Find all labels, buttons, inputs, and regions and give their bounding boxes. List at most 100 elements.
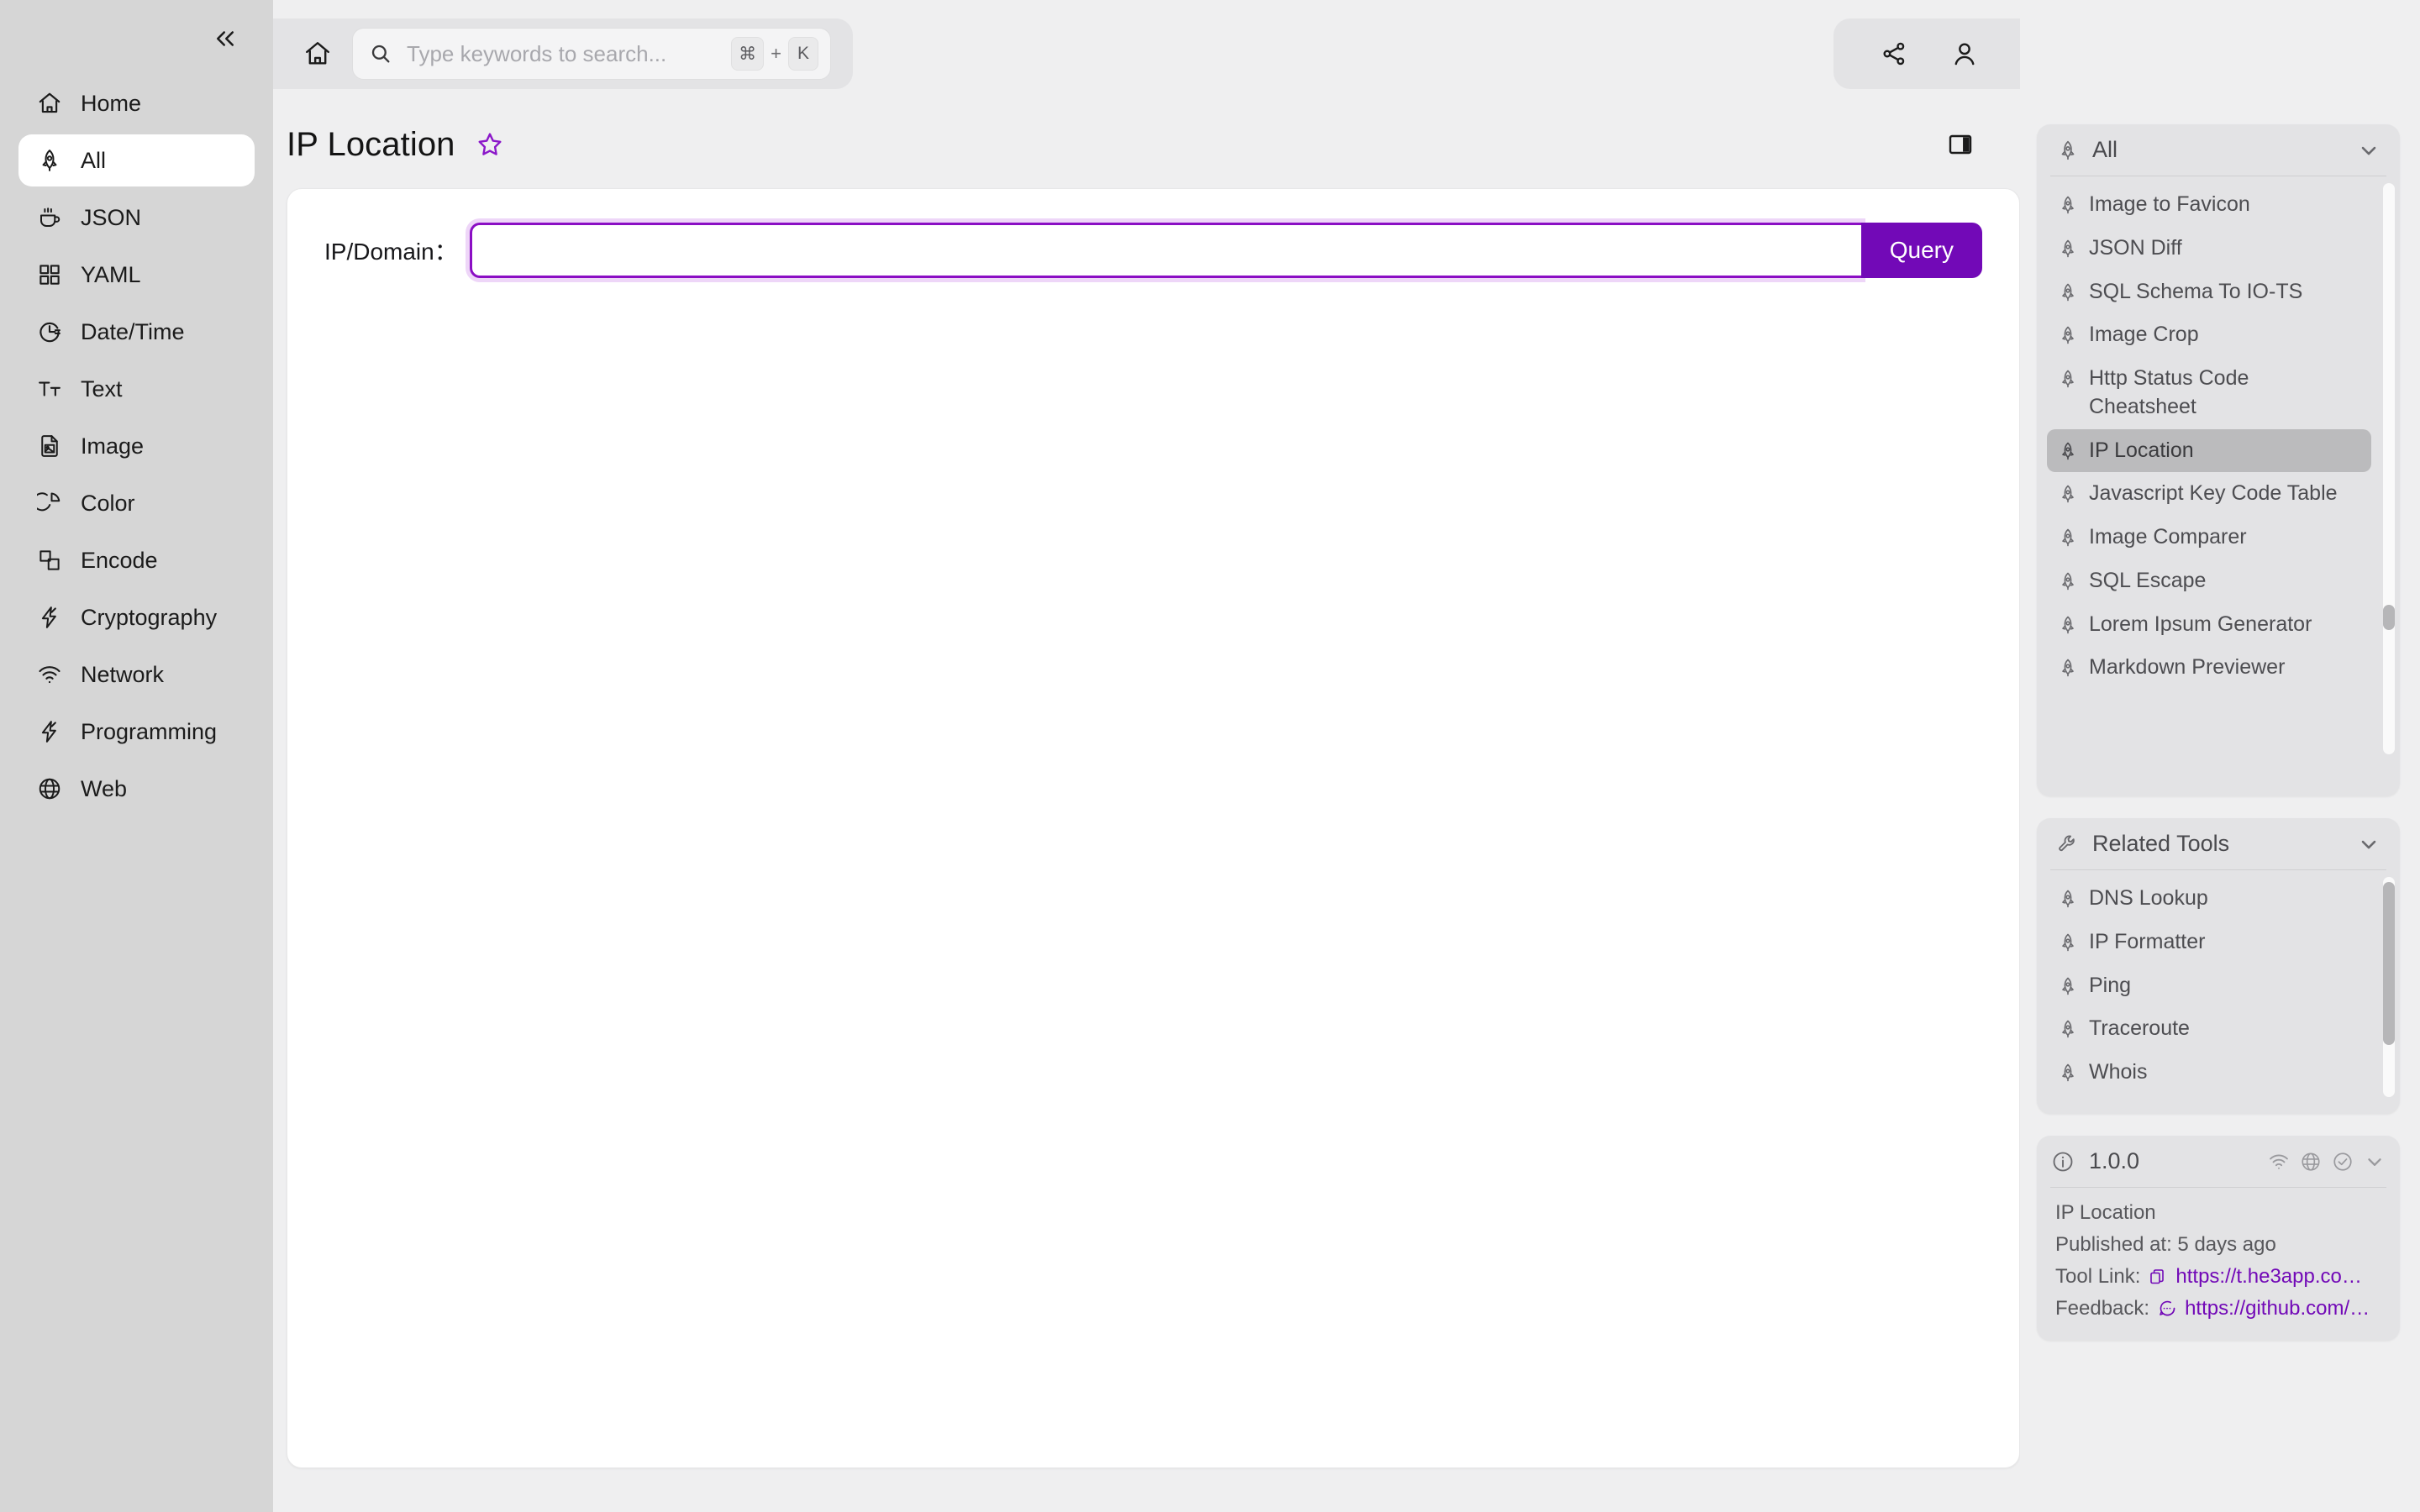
sidebar-item-label: Network — [81, 661, 165, 687]
info-circle-icon — [2050, 1149, 2075, 1174]
all-list-scrollbar-thumb[interactable] — [2383, 605, 2395, 630]
sidebar-item-image[interactable]: Image — [18, 420, 255, 472]
list-item[interactable]: SQL Escape — [2047, 559, 2371, 603]
share-button[interactable] — [1876, 35, 1912, 72]
sidebar-item-label: Encode — [81, 547, 158, 573]
sidebar-item-label: Image — [81, 433, 145, 459]
list-item-label: IP Location — [2089, 438, 2194, 462]
rocket-icon — [2057, 527, 2079, 549]
version-panel-body: IP Location Published at: 5 days ago Too… — [2037, 1188, 2400, 1341]
related-panel-header[interactable]: Related Tools — [2050, 818, 2386, 870]
ip-domain-input[interactable] — [469, 223, 1861, 278]
sidebar-item-color[interactable]: Color — [18, 477, 255, 529]
list-item[interactable]: Whois — [2047, 1051, 2371, 1095]
globe-icon[interactable] — [2299, 1150, 2323, 1173]
search-box[interactable]: ⌘ + K — [352, 28, 831, 80]
pie-chart-icon — [35, 489, 64, 517]
tool-card: IP/Domain： Query — [287, 188, 2020, 1468]
home-button[interactable] — [298, 34, 337, 73]
feedback-link[interactable]: https://github.com/… — [2185, 1297, 2370, 1320]
list-item[interactable]: SQL Schema To IO-TS — [2047, 270, 2371, 314]
search-input[interactable] — [407, 40, 718, 67]
tool-link[interactable]: https://t.he3app.co… — [2175, 1265, 2361, 1289]
sidebar-item-cryptography[interactable]: Cryptography — [18, 591, 255, 643]
rocket-icon — [2057, 281, 2079, 303]
shortcut-plus: + — [771, 43, 781, 64]
related-tools-panel: Related Tools DNS Lookup IP Formatter Pi… — [2037, 818, 2400, 1114]
rocket-icon — [2057, 888, 2079, 910]
sidebar-nav: Home All JSON YAML Date/Time Text Image … — [0, 77, 273, 815]
list-item-label: Http Status Code Cheatsheet — [2089, 366, 2249, 418]
sidebar-item-network[interactable]: Network — [18, 648, 255, 701]
list-item[interactable]: Image to Favicon — [2047, 183, 2371, 227]
list-item-label: Image Crop — [2089, 323, 2199, 347]
sidebar-item-label: Programming — [81, 718, 218, 744]
list-item-label: Markdown Previewer — [2089, 655, 2286, 680]
chevron-down-icon[interactable] — [2363, 1150, 2386, 1173]
rocket-icon — [2057, 194, 2079, 216]
text-size-icon — [35, 375, 64, 403]
comment-icon[interactable] — [2156, 1298, 2178, 1320]
list-item[interactable]: Traceroute — [2047, 1007, 2371, 1051]
version-tool-name: IP Location — [2055, 1201, 2156, 1224]
copy-icon[interactable] — [2147, 1266, 2169, 1288]
page-title-row: IP Location — [273, 106, 2020, 183]
list-item[interactable]: Markdown Previewer — [2047, 646, 2371, 690]
right-panel-toggle-icon — [1949, 134, 1972, 155]
sidebar-item-label: JSON — [81, 204, 142, 230]
sidebar-item-encode[interactable]: Encode — [18, 534, 255, 586]
favorite-button[interactable] — [471, 125, 509, 164]
query-button[interactable]: Query — [1860, 223, 1982, 278]
sidebar-item-text[interactable]: Text — [18, 363, 255, 415]
list-item[interactable]: IP Formatter — [2047, 921, 2371, 964]
all-list-scrollbar-track[interactable] — [2383, 183, 2395, 754]
list-item[interactable]: Image Comparer — [2047, 516, 2371, 559]
sidebar-item-datetime[interactable]: Date/Time — [18, 306, 255, 358]
sidebar-item-label: Text — [81, 375, 123, 402]
search-shortcut: ⌘ + K — [731, 37, 818, 71]
list-item[interactable]: Ping — [2047, 964, 2371, 1008]
sidebar-item-programming[interactable]: Programming — [18, 706, 255, 758]
sidebar-item-web[interactable]: Web — [18, 763, 255, 815]
rocket-icon — [2057, 570, 2079, 592]
sidebar-item-json[interactable]: JSON — [18, 192, 255, 244]
user-icon — [1954, 43, 1975, 66]
account-button[interactable] — [1946, 35, 1983, 72]
list-item[interactable]: Image Crop — [2047, 313, 2371, 357]
version-published: Published at: 5 days ago — [2055, 1233, 2276, 1256]
wifi-icon — [35, 660, 64, 689]
list-item-ip-location[interactable]: IP Location — [2047, 428, 2371, 473]
lightning-icon — [35, 603, 64, 632]
list-item-label: Traceroute — [2089, 1016, 2190, 1041]
sidebar-item-label: Color — [81, 490, 135, 516]
shortcut-cmd-key: ⌘ — [731, 37, 765, 71]
sidebar-item-home[interactable]: Home — [18, 77, 255, 129]
sidebar-item-yaml[interactable]: YAML — [18, 249, 255, 301]
check-circle-icon[interactable] — [2331, 1150, 2354, 1173]
list-item-label: IP Formatter — [2089, 929, 2206, 953]
sidebar-item-all[interactable]: All — [18, 134, 255, 186]
right-panel-toggle-button[interactable] — [1941, 125, 1980, 164]
rocket-icon — [2057, 238, 2079, 260]
sidebar-item-label: Date/Time — [81, 318, 185, 344]
list-item[interactable]: Http Status Code Cheatsheet — [2047, 357, 2371, 429]
chevron-down-icon[interactable] — [2356, 138, 2381, 163]
rocket-icon — [2055, 138, 2081, 163]
list-item[interactable]: Lorem Ipsum Generator — [2047, 603, 2371, 647]
list-item[interactable]: Javascript Key Code Table — [2047, 472, 2371, 516]
all-panel-header[interactable]: All — [2050, 124, 2386, 176]
wrench-icon — [2055, 832, 2081, 857]
rocket-icon — [2057, 440, 2079, 462]
lightning-icon — [35, 717, 64, 746]
chevron-down-icon[interactable] — [2356, 832, 2381, 857]
list-item[interactable]: JSON Diff — [2047, 227, 2371, 270]
list-item[interactable]: DNS Lookup — [2047, 877, 2371, 921]
version-tool-link-row: Tool Link: https://t.he3app.co… — [2055, 1265, 2381, 1289]
wifi-icon[interactable] — [2267, 1150, 2291, 1173]
feedback-label: Feedback: — [2055, 1297, 2150, 1320]
rocket-icon — [2057, 324, 2079, 346]
related-list-scrollbar-thumb[interactable] — [2383, 882, 2395, 1045]
collapse-sidebar-button[interactable] — [208, 21, 243, 56]
all-tools-panel: All Image to Favicon JSON Diff SQL Schem… — [2037, 124, 2400, 796]
sidebar: Home All JSON YAML Date/Time Text Image … — [0, 0, 273, 1512]
